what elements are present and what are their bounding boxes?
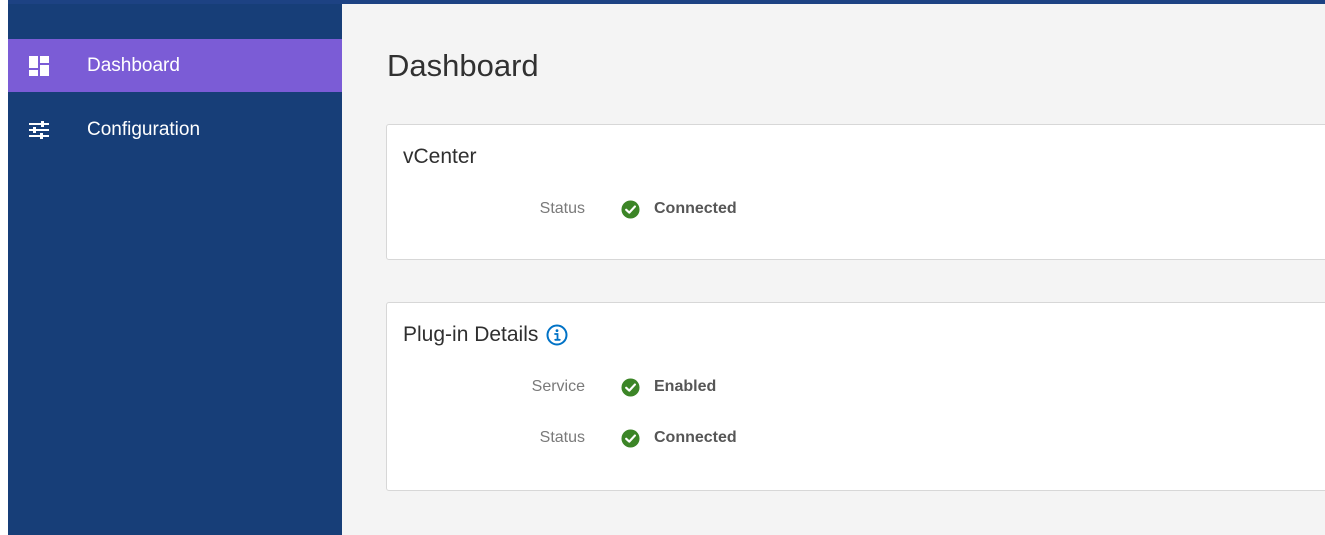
status-label: Status <box>539 429 585 446</box>
window-edge <box>0 0 8 535</box>
status-row: Status Connected <box>387 426 987 450</box>
check-circle-icon <box>621 377 640 397</box>
card-title: Plug-in Details <box>403 323 568 347</box>
plugin-details-card: Plug-in Details Service Enabled Status C… <box>386 302 1325 491</box>
vcenter-card-title: vCenter <box>403 145 477 168</box>
card-title: vCenter <box>403 145 477 169</box>
sidebar-item-configuration[interactable]: Configuration <box>8 103 342 156</box>
status-value: Connected <box>654 429 737 446</box>
status-value: Connected <box>654 200 737 217</box>
page-title: Dashboard <box>387 48 539 83</box>
sidebar-item-label: Dashboard <box>87 54 180 76</box>
sidebar-item-dashboard[interactable]: Dashboard <box>8 39 342 92</box>
plugin-card-title: Plug-in Details <box>403 323 539 346</box>
info-icon[interactable] <box>546 324 568 346</box>
main-content: Dashboard vCenter Status Connected Plug-… <box>342 4 1325 535</box>
status-row: Status Connected <box>387 197 987 221</box>
sidebar: Dashboard Configuration <box>8 4 342 535</box>
sliders-icon <box>29 120 49 139</box>
check-circle-icon <box>621 199 640 219</box>
vcenter-card: vCenter Status Connected <box>386 124 1325 260</box>
check-circle-icon <box>621 428 640 448</box>
status-label: Status <box>539 200 585 217</box>
service-row: Service Enabled <box>387 375 987 399</box>
dashboard-icon <box>29 55 49 76</box>
sidebar-item-label: Configuration <box>87 118 201 140</box>
service-value: Enabled <box>654 378 717 395</box>
service-label: Service <box>531 378 585 395</box>
